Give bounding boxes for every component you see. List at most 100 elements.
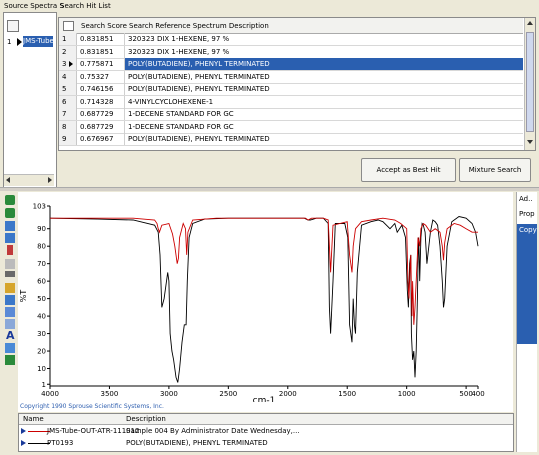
legend-row[interactable]: JMS-Tube-OUT-ATR-111012 Sample 004 By Ad…	[19, 426, 513, 437]
hit-row-description: POLY(BUTADIENE), PHENYL TERMINATED	[128, 135, 270, 143]
hit-row[interactable]: 2 0.831851 320323 DIX 1-HEXENE, 97 %	[59, 45, 523, 59]
legend-row-pointer-icon	[21, 440, 26, 446]
legend-table: Name Description JMS-Tube-OUT-ATR-111012…	[18, 413, 514, 452]
zoom-in-icon[interactable]	[5, 195, 15, 205]
legend-row[interactable]: PT0193 POLY(BUTADIENE), PHENYL TERMINATE…	[19, 438, 513, 449]
legend-header-name[interactable]: Name	[23, 415, 44, 423]
hit-row-description: POLY(BUTADIENE), PHENYL TERMINATED	[125, 58, 523, 70]
panel-splitter[interactable]	[0, 187, 539, 191]
selected-row-pointer-icon	[69, 61, 73, 67]
hit-row-score: 0.831851	[77, 33, 125, 45]
hit-list-table: Search Score Search Reference Spectrum D…	[58, 17, 536, 151]
x-tick-label: 1000	[398, 390, 416, 398]
hit-row-number: 7	[59, 108, 77, 120]
right-tab-prop[interactable]: Prop	[519, 210, 535, 218]
hit-row[interactable]: 6 0.714328 4-VINYLCYCLOHEXENE-1	[59, 95, 523, 109]
x-tick-label: 400	[471, 390, 484, 398]
source-spectra-tab[interactable]: Source Spectra S	[4, 2, 64, 10]
hit-row-number: 1	[59, 33, 77, 45]
hit-row-number: 6	[59, 95, 77, 108]
x-tick-label: 4000	[41, 390, 59, 398]
x-tick-label: 2500	[219, 390, 237, 398]
right-tab-panel: Ad.. Prop Copy	[516, 192, 537, 452]
spectrum-chart[interactable]: 103 90 80 70 60 50 40 30 20 10 14000 3500 3000 2500 20…	[18, 192, 513, 403]
export-icon[interactable]	[5, 355, 15, 365]
source-hscrollbar[interactable]	[4, 174, 54, 186]
hit-row-number: 9	[59, 133, 77, 145]
hit-row[interactable]: 4 0.75327 POLY(BUTADIENE), PHENYL TERMINAT…	[59, 70, 523, 84]
legend-row-pointer-icon	[21, 428, 26, 434]
table-icon[interactable]	[5, 343, 15, 353]
hit-row-number: 8	[59, 120, 77, 133]
hit-table-body: 1 0.831851 320323 DIX 1-HEXENE, 97 % 2 0.831…	[59, 33, 523, 150]
hit-row[interactable]: 9 0.676967 POLY(BUTADIENE), PHENYL TERMINA…	[59, 133, 523, 146]
y-tick-label: 10	[37, 365, 46, 373]
spectrum-series-line	[49, 216, 479, 383]
hit-row[interactable]: 8 0.687729 1-DECENE STANDARD FOR GC	[59, 120, 523, 134]
hit-row[interactable]: 7 0.687729 1-DECENE STANDARD FOR GC	[59, 108, 523, 121]
hit-row-number: 5	[59, 83, 77, 95]
hit-table-header: Search Score Search Reference Spectrum D…	[59, 18, 523, 34]
cursor-icon[interactable]	[5, 233, 15, 243]
source-grid-icon[interactable]	[7, 20, 19, 32]
spectrum-chart-area: 103 90 80 70 60 50 40 30 20 10 1 4000 3500 3000 2500 20…	[18, 192, 513, 412]
y-tick-label: 70	[37, 260, 46, 268]
hit-row-score: 0.75327	[77, 70, 125, 83]
hit-row-score: 0.746156	[77, 83, 125, 95]
x-tick-label: 1500	[338, 390, 356, 398]
text-annotation-icon[interactable]: A	[6, 329, 15, 342]
hit-row[interactable]: 3 0.775871 POLY(BUTADIENE), PHENYL TERMINA…	[59, 58, 523, 71]
hit-row-description: 320323 DIX 1-HEXENE, 97 %	[128, 47, 230, 56]
peak-icon[interactable]	[7, 245, 13, 255]
y-tick-label: 90	[37, 225, 46, 233]
legend-row-description: Sample 004 By Administrator Date Wednesd…	[126, 427, 300, 435]
y-tick-label: 103	[33, 203, 46, 211]
hit-row-score: 0.676967	[77, 133, 125, 145]
hit-row-number: 3	[59, 58, 77, 70]
chart-icon[interactable]	[5, 307, 15, 317]
stack-icon[interactable]	[5, 283, 15, 293]
spectrum-series-line	[50, 217, 478, 325]
scroll-up-icon[interactable]	[527, 21, 533, 25]
accept-as-best-hit-button[interactable]: Accept as Best Hit	[361, 158, 456, 182]
source-row-pointer-icon	[17, 38, 22, 46]
zoom-out-icon[interactable]	[5, 208, 15, 218]
hit-row-score: 0.775871	[77, 58, 125, 70]
legend-header-description[interactable]: Description	[126, 415, 166, 423]
right-tab-copy-label: Copy	[519, 226, 537, 234]
y-tick-label: 50	[37, 295, 46, 303]
mixture-search-button[interactable]: Mixture Search	[459, 158, 531, 182]
scroll-right-icon[interactable]	[48, 177, 52, 183]
hit-list-vscrollbar[interactable]	[524, 18, 535, 150]
scroll-left-icon[interactable]	[6, 177, 10, 183]
hit-row-score: 0.687729	[77, 108, 125, 120]
x-tick-label: 3500	[101, 390, 119, 398]
offset-icon[interactable]	[5, 271, 15, 277]
print-icon[interactable]	[5, 319, 15, 329]
hit-row[interactable]: 1 0.831851 320323 DIX 1-HEXENE, 97 %	[59, 33, 523, 46]
scroll-down-icon[interactable]	[527, 140, 533, 144]
hit-row-description: 1-DECENE STANDARD FOR GC	[128, 122, 234, 131]
hit-row-score: 0.831851	[77, 45, 125, 58]
left-toolbar: A	[0, 191, 18, 371]
source-row-label[interactable]: JMS-Tube	[23, 36, 53, 47]
right-tab-ad[interactable]: Ad..	[519, 195, 533, 203]
search-hit-list-tab[interactable]: Search Hit List	[60, 2, 111, 10]
legend-header: Name Description	[19, 414, 513, 425]
hit-row-description: 320323 DIX 1-HEXENE, 97 %	[128, 35, 230, 43]
y-tick-label: 1	[42, 381, 46, 389]
hit-row[interactable]: 5 0.746156 POLY(BUTADIENE), PHENYL TERMINA…	[59, 83, 523, 96]
header-description[interactable]: Search Reference Spectrum Description	[129, 22, 269, 30]
header-search-score[interactable]: Search Score	[81, 22, 127, 30]
full-view-icon[interactable]	[5, 221, 15, 231]
y-axis-label: %T	[19, 290, 28, 303]
hit-row-number: 2	[59, 45, 77, 58]
right-tab-copy[interactable]: Copy	[517, 224, 537, 344]
legend-row-name: PT0193	[47, 439, 74, 447]
scroll-thumb[interactable]	[526, 32, 534, 132]
x-axis-label: cm-1	[253, 396, 276, 402]
overlay-icon[interactable]	[5, 295, 15, 305]
y-tick-label: 80	[37, 243, 46, 251]
grid-settings-icon[interactable]	[63, 21, 74, 31]
legend-row-description: POLY(BUTADIENE), PHENYL TERMINATED	[126, 439, 268, 447]
